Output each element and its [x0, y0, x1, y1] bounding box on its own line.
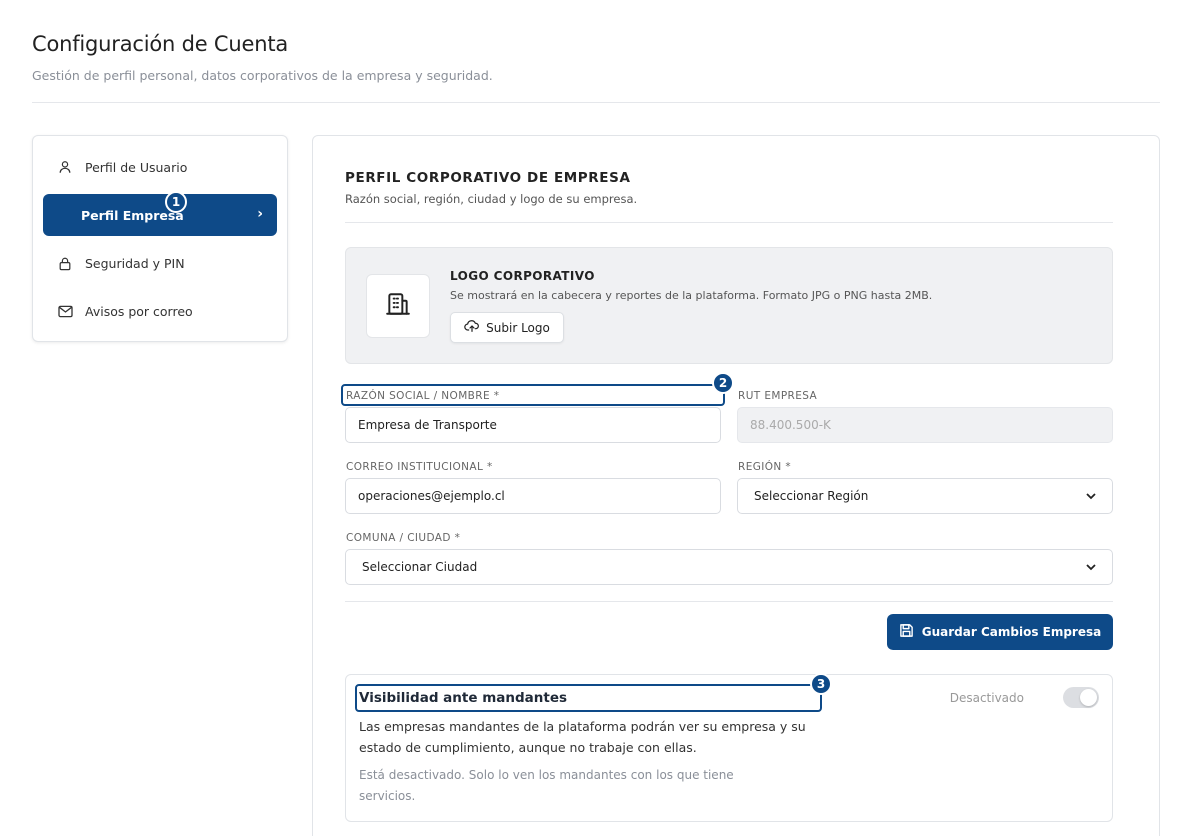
toggle-knob — [1080, 689, 1097, 706]
step-badge-1: 1 — [165, 191, 187, 213]
sidebar-item-perfil-empresa[interactable]: Perfil Empresa › — [43, 194, 277, 236]
sidebar-item-label: Perfil de Usuario — [85, 159, 188, 175]
region-select[interactable]: Seleccionar Región — [737, 478, 1113, 514]
save-company-label: Guardar Cambios Empresa — [921, 625, 1102, 639]
page-title: Configuración de Cuenta — [32, 32, 289, 56]
sidebar-item-perfil-usuario[interactable]: Perfil de Usuario — [43, 146, 277, 188]
section-divider — [345, 222, 1113, 223]
visibility-status: Desactivado — [949, 691, 1024, 705]
upload-logo-button[interactable]: Subir Logo — [450, 312, 564, 343]
correo-label: CORREO INSTITUCIONAL * — [346, 461, 493, 473]
logo-description: Se mostrará en la cabecera y reportes de… — [450, 289, 933, 302]
logo-preview — [366, 274, 430, 338]
section-title: PERFIL CORPORATIVO DE EMPRESA — [345, 170, 631, 186]
cloud-upload-icon — [464, 319, 480, 336]
lock-icon — [57, 255, 73, 271]
visibility-card: Visibilidad ante mandantes Las empresas … — [345, 674, 1113, 822]
upload-logo-label: Subir Logo — [486, 320, 550, 335]
step-badge-3: 3 — [810, 673, 832, 695]
save-icon — [899, 623, 914, 641]
header-divider — [32, 102, 1160, 103]
building-icon — [385, 291, 411, 321]
rut-input — [737, 407, 1113, 443]
comuna-select-value: Seleccionar Ciudad — [362, 560, 478, 574]
page-subtitle: Gestión de perfil personal, datos corpor… — [32, 68, 493, 83]
region-select-value: Seleccionar Región — [754, 489, 869, 503]
logo-upload-panel: LOGO CORPORATIVO Se mostrará en la cabec… — [345, 247, 1113, 364]
visibility-note: Está desactivado. Solo lo ven los mandan… — [359, 768, 734, 803]
comuna-label: COMUNA / CIUDAD * — [346, 532, 461, 544]
comuna-select[interactable]: Seleccionar Ciudad — [345, 549, 1113, 585]
page-header: Configuración de Cuenta Gestión de perfi… — [32, 32, 1160, 83]
step-badge-2: 2 — [712, 372, 734, 394]
rut-label: RUT EMPRESA — [738, 390, 818, 402]
sidebar-item-seguridad[interactable]: Seguridad y PIN — [43, 242, 277, 284]
sidebar-item-avisos[interactable]: Avisos por correo — [43, 290, 277, 332]
razon-social-input[interactable] — [345, 407, 721, 443]
company-profile-card: PERFIL CORPORATIVO DE EMPRESA Razón soci… — [312, 135, 1160, 836]
section-subtitle: Razón social, región, ciudad y logo de s… — [345, 192, 638, 206]
sidebar-item-label: Avisos por correo — [85, 303, 193, 319]
chevron-down-icon — [1086, 561, 1096, 574]
logo-title: LOGO CORPORATIVO — [450, 269, 595, 283]
save-company-button[interactable]: Guardar Cambios Empresa — [887, 614, 1113, 650]
correo-input[interactable] — [345, 478, 721, 514]
razon-social-label: RAZÓN SOCIAL / NOMBRE * — [346, 390, 500, 402]
visibility-description: Las empresas mandantes de la plataforma … — [359, 719, 806, 755]
visibility-toggle[interactable] — [1063, 687, 1099, 708]
form-divider — [345, 601, 1113, 602]
user-icon — [57, 159, 73, 175]
mail-icon — [57, 303, 73, 319]
chevron-right-icon: › — [257, 206, 263, 222]
chevron-down-icon — [1086, 490, 1096, 503]
visibility-title: Visibilidad ante mandantes — [359, 690, 568, 706]
settings-sidebar: Perfil de Usuario Perfil Empresa › Segur… — [32, 135, 288, 342]
sidebar-item-label: Seguridad y PIN — [85, 255, 185, 271]
region-label: REGIÓN * — [738, 461, 792, 473]
